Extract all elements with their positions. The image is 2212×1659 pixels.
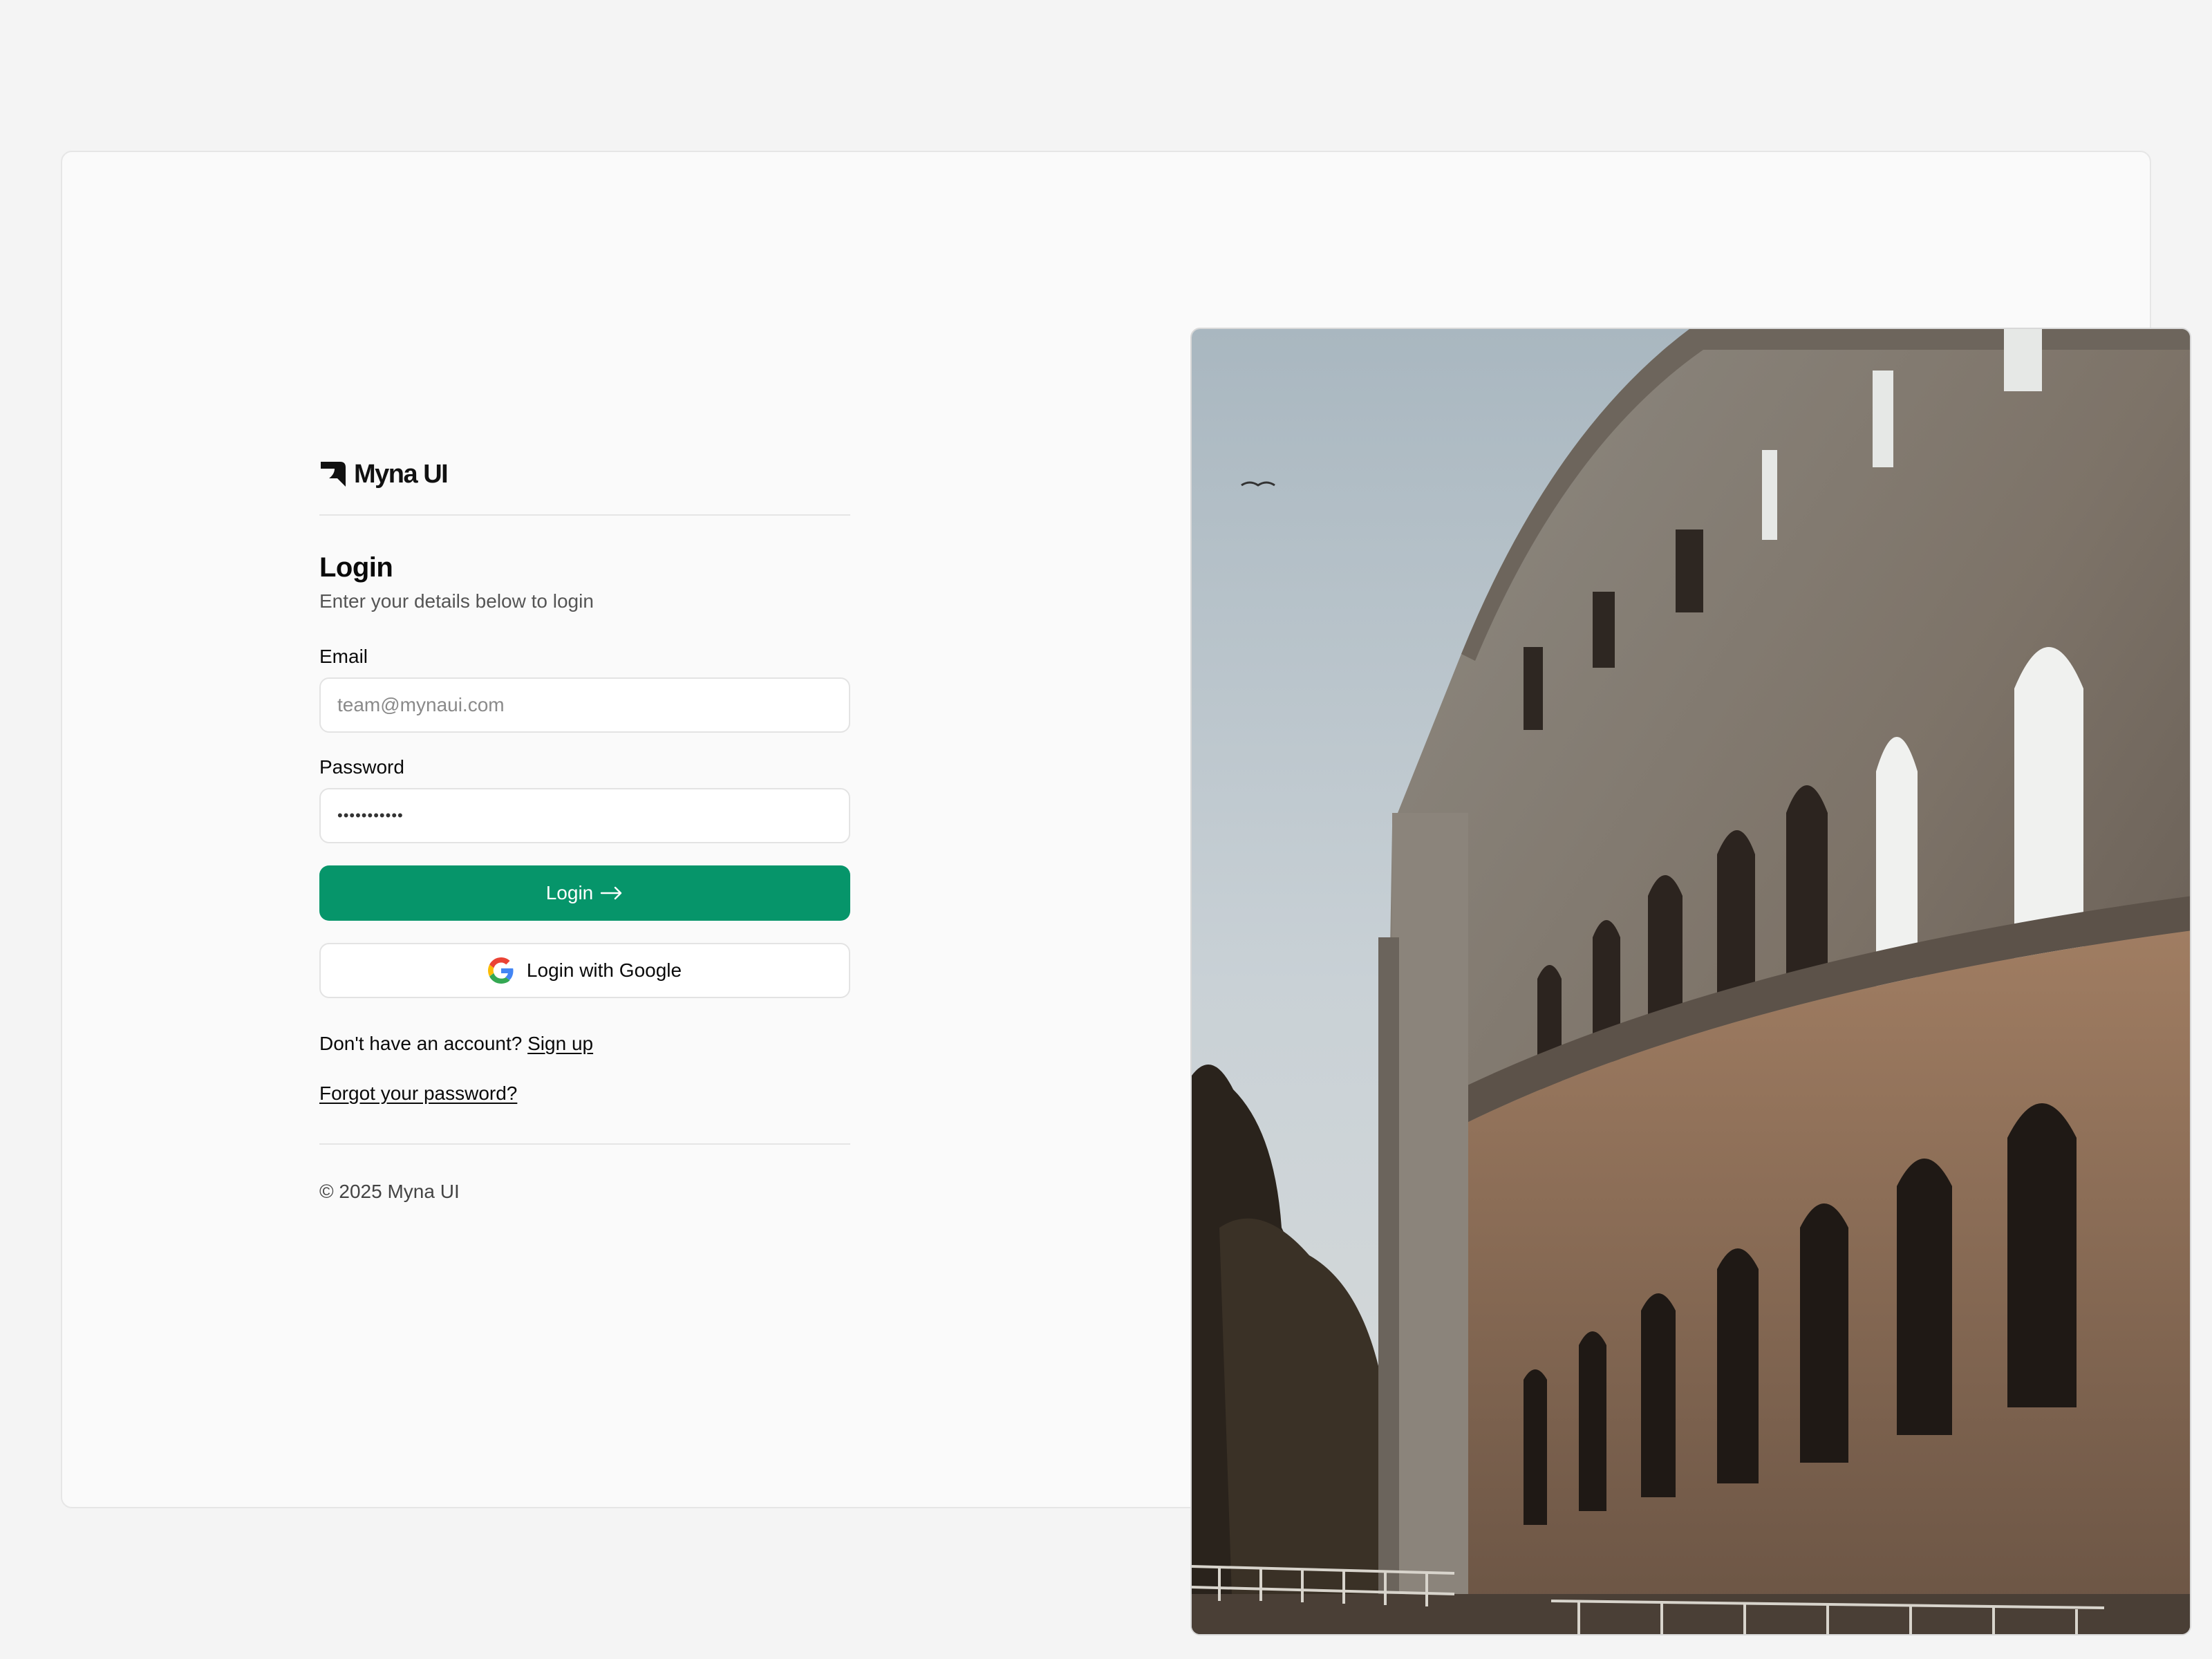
arrow-right-icon <box>601 886 622 900</box>
password-field[interactable] <box>319 788 850 843</box>
copyright-text: © 2025 Myna UI <box>319 1181 460 1202</box>
google-login-label: Login with Google <box>526 959 682 981</box>
google-login-button[interactable]: Login with Google <box>319 943 850 998</box>
signup-link[interactable]: Sign up <box>527 1033 593 1054</box>
myna-logo-icon <box>321 462 346 487</box>
colosseum-photo <box>1190 328 2191 1635</box>
brand-name: Myna UI <box>354 459 449 489</box>
email-field[interactable] <box>319 677 850 733</box>
forgot-row: Forgot your password? <box>319 1081 850 1106</box>
signup-prompt: Don't have an account? <box>319 1033 523 1054</box>
header-divider <box>319 514 850 516</box>
email-label: Email <box>319 646 368 667</box>
brand-logo[interactable]: Myna UI <box>319 453 850 495</box>
page-title: Login <box>319 552 393 583</box>
login-card: Myna UI Login Enter your details below t… <box>61 151 2191 1635</box>
signup-row: Don't have an account? Sign up <box>319 1031 850 1056</box>
footer-divider <box>319 1143 850 1145</box>
google-icon <box>487 957 514 984</box>
login-button-label: Login <box>545 882 594 903</box>
colosseum-illustration <box>1192 329 2190 1634</box>
forgot-password-link[interactable]: Forgot your password? <box>319 1082 517 1104</box>
password-label: Password <box>319 756 404 778</box>
login-form: Myna UI Login Enter your details below t… <box>319 453 850 1204</box>
page-subtitle: Enter your details below to login <box>319 590 594 612</box>
login-button[interactable]: Login <box>319 865 850 921</box>
